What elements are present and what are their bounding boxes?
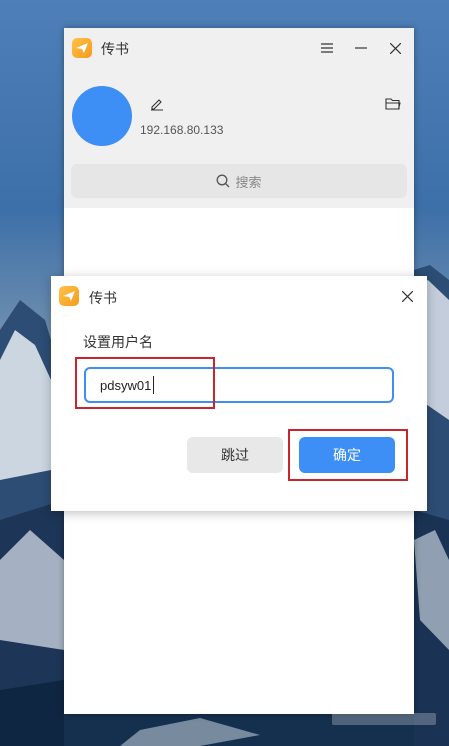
dialog-title: 传书 [89,291,117,307]
highlight-box-input [75,357,215,409]
dialog-logo-icon [59,286,79,306]
search-placeholder: 搜索 [235,175,262,191]
main-window-header: 传书 192.168.80.133 搜索 [64,28,414,208]
username-label: 设置用户名 [83,335,153,351]
skip-button[interactable]: 跳过 [187,437,283,473]
avatar[interactable] [72,86,132,146]
search-icon [217,174,230,188]
folder-icon[interactable] [385,96,401,110]
menu-icon[interactable] [317,38,337,58]
app-logo-icon [72,38,92,58]
ip-address: 192.168.80.133 [140,123,224,137]
watermark [332,713,436,725]
minimize-icon[interactable] [351,38,371,58]
edit-name-icon[interactable] [150,96,164,111]
highlight-box-confirm [288,429,408,481]
window-title: 传书 [101,42,129,58]
title-bar: 传书 [64,28,414,68]
close-icon[interactable] [385,38,405,58]
set-username-dialog: 传书 设置用户名 跳过 确定 [51,276,427,511]
dialog-close-icon[interactable] [397,286,417,306]
search-input[interactable]: 搜索 [71,164,407,198]
